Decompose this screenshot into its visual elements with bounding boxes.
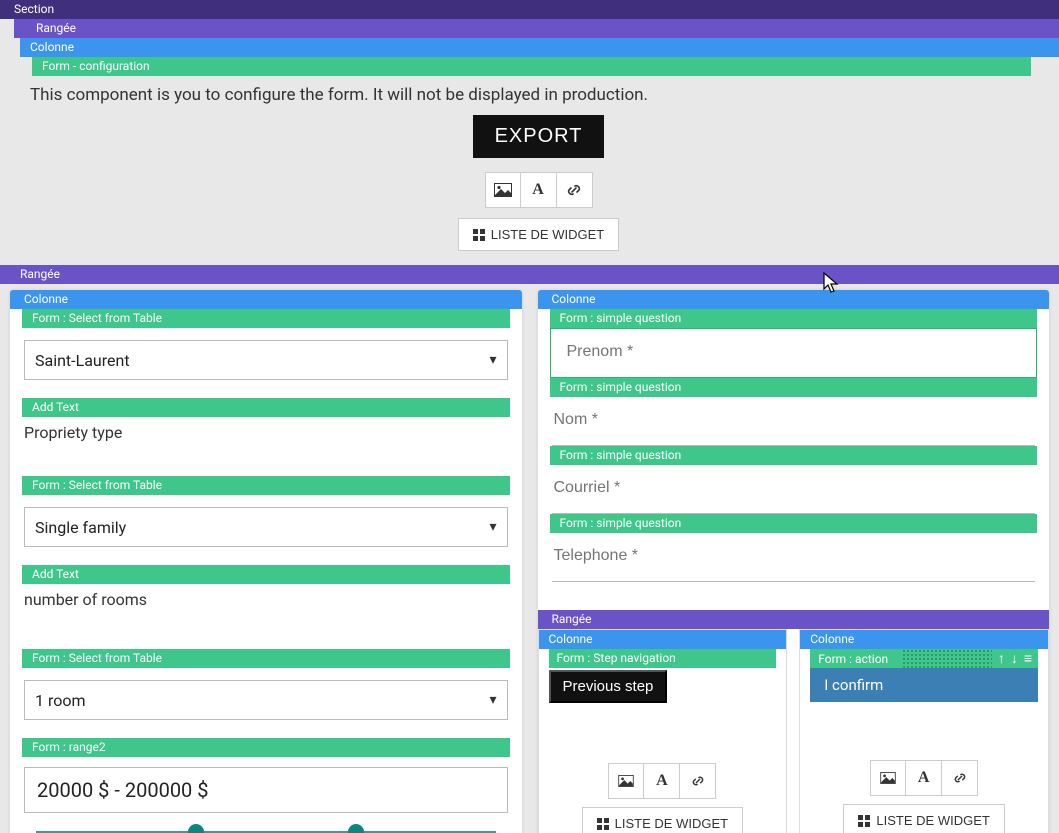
- image-icon[interactable]: [608, 763, 644, 799]
- widget-list-button[interactable]: LISTE DE WIDGET: [582, 807, 743, 833]
- widget-tag[interactable]: Form : simple question: [550, 378, 1038, 397]
- nested-row-tag[interactable]: Rangée: [538, 610, 1050, 629]
- config-notice: This component is you to configure the f…: [30, 82, 1047, 115]
- dotted-band: [902, 649, 992, 668]
- section-tag[interactable]: Section: [0, 0, 1059, 19]
- widget-tag[interactable]: Add Text: [22, 565, 510, 584]
- widget-tag[interactable]: Form : action: [810, 650, 896, 668]
- move-down-icon[interactable]: ↓: [1011, 650, 1018, 667]
- nested-col-right: Colonne Form : action ↑ ↓ ≡ I confirm: [799, 629, 1049, 833]
- previous-step-button[interactable]: Previous step: [549, 670, 668, 703]
- widget-tag[interactable]: Form : Step navigation: [549, 649, 777, 668]
- widget-tag[interactable]: Form : simple question: [550, 446, 1038, 465]
- widget-list-label: LISTE DE WIDGET: [491, 227, 604, 242]
- grid-icon: [473, 229, 485, 241]
- image-icon[interactable]: [870, 760, 906, 796]
- form-config-area: This component is you to configure the f…: [0, 76, 1059, 265]
- colonne-tag[interactable]: Colonne: [20, 38, 1059, 57]
- courriel-field[interactable]: [552, 465, 1036, 514]
- nested-right-toolbar: A: [870, 760, 978, 796]
- static-text: number of rooms: [10, 584, 522, 649]
- grid-icon: [858, 815, 870, 827]
- telephone-field[interactable]: [552, 533, 1036, 582]
- widget-list-label: LISTE DE WIDGET: [615, 816, 728, 831]
- export-button[interactable]: EXPORT: [473, 115, 605, 158]
- range-slider[interactable]: [24, 813, 508, 833]
- row-tag-2[interactable]: Rangée: [0, 265, 1059, 284]
- select-value: Saint-Laurent: [35, 351, 130, 370]
- slider-thumb-low[interactable]: [188, 824, 204, 833]
- select-rooms[interactable]: 1 room: [24, 680, 508, 720]
- static-text: Propriety type: [10, 417, 522, 476]
- nested-left-toolbar: A: [608, 763, 716, 799]
- confirm-action-button[interactable]: I confirm: [810, 668, 1038, 702]
- text-icon[interactable]: A: [644, 763, 680, 799]
- image-icon[interactable]: [485, 172, 521, 208]
- select-value: Single family: [35, 518, 126, 537]
- widget-list-button[interactable]: LISTE DE WIDGET: [843, 804, 1004, 833]
- widget-list-label: LISTE DE WIDGET: [876, 813, 989, 828]
- widget-tag[interactable]: Add Text: [22, 398, 510, 417]
- right-column: Colonne Form : simple question Form : si…: [538, 290, 1050, 833]
- move-up-icon[interactable]: ↑: [998, 650, 1005, 667]
- range-display: 20000 $ - 200000 $: [24, 767, 508, 813]
- form-config-tag[interactable]: Form - configuration: [32, 57, 1031, 76]
- widget-tag[interactable]: Form : simple question: [550, 309, 1038, 328]
- widget-list-button[interactable]: LISTE DE WIDGET: [458, 218, 619, 251]
- grid-icon: [597, 818, 609, 830]
- widget-tag[interactable]: Form : range2: [22, 738, 510, 757]
- left-column: Colonne Form : Select from Table Saint-L…: [10, 290, 522, 833]
- widget-tag[interactable]: Form : simple question: [550, 514, 1038, 533]
- text-icon[interactable]: A: [521, 172, 557, 208]
- select-value: 1 room: [35, 691, 86, 710]
- colonne-tag-right[interactable]: Colonne: [538, 290, 1050, 309]
- config-toolbar: A: [485, 172, 593, 208]
- prenom-field[interactable]: [565, 329, 1023, 377]
- select-district[interactable]: Saint-Laurent: [24, 340, 508, 380]
- nested-colonne-tag[interactable]: Colonne: [539, 630, 787, 649]
- select-propriety-type[interactable]: Single family: [24, 507, 508, 547]
- nested-colonne-tag[interactable]: Colonne: [800, 630, 1048, 649]
- menu-icon[interactable]: ≡: [1024, 650, 1032, 667]
- slider-thumb-high[interactable]: [348, 824, 364, 833]
- link-icon[interactable]: [942, 760, 978, 796]
- link-icon[interactable]: [680, 763, 716, 799]
- widget-tag[interactable]: Form : Select from Table: [22, 309, 510, 328]
- colonne-tag-left[interactable]: Colonne: [10, 290, 522, 309]
- text-icon[interactable]: A: [906, 760, 942, 796]
- nested-col-left: Colonne Form : Step navigation Previous …: [538, 629, 788, 833]
- widget-tag[interactable]: Form : Select from Table: [22, 476, 510, 495]
- nom-field[interactable]: [552, 397, 1036, 446]
- link-icon[interactable]: [557, 172, 593, 208]
- widget-tag[interactable]: Form : Select from Table: [22, 649, 510, 668]
- row-tag[interactable]: Rangée: [14, 19, 1059, 38]
